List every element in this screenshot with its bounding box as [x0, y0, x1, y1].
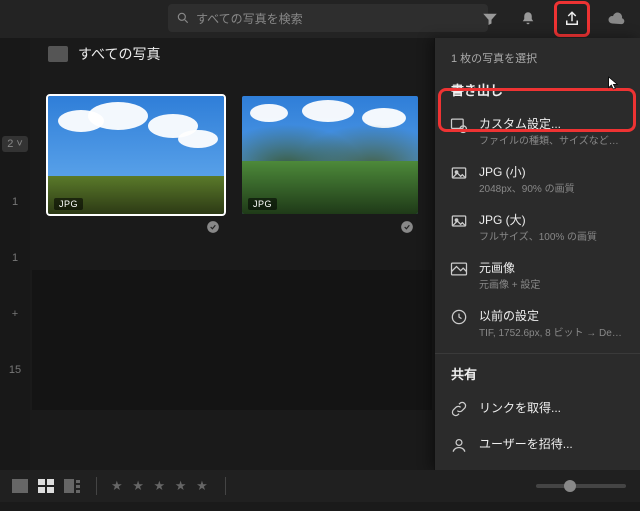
share-invite-user[interactable]: ユーザーを招待...	[435, 427, 640, 463]
export-original[interactable]: 元画像元画像 + 設定	[435, 251, 640, 299]
bottom-bar: ★ ★ ★ ★ ★	[0, 470, 640, 502]
export-item-sub: 2048px、90% の画質	[479, 180, 626, 195]
thumbnail-image: JPG	[48, 96, 224, 214]
top-bar: すべての写真を検索	[0, 0, 640, 38]
view-photogrid-icon[interactable]	[10, 478, 30, 494]
rating-filter[interactable]: ★ ★ ★ ★ ★	[111, 478, 211, 494]
sidebar-count-15: 15	[9, 364, 21, 376]
search-icon	[176, 11, 190, 25]
sync-check-icon	[48, 214, 224, 239]
photos-icon	[48, 46, 68, 62]
share-section-title: 共有	[435, 360, 640, 391]
share-item-label: リンクを取得...	[479, 399, 626, 416]
export-custom[interactable]: カスタム設定...ファイルの種類、サイズなどを選択します	[435, 107, 640, 155]
cloud-icon[interactable]	[604, 7, 628, 31]
left-sidebar: 2 ˅ 1 1 + 15	[0, 38, 30, 470]
export-item-sub: TIF, 1752.6px, 8 ビット → Desktop	[479, 324, 626, 339]
search-box[interactable]: すべての写真を検索	[168, 4, 488, 32]
image-icon	[449, 211, 469, 231]
search-placeholder: すべての写真を検索	[196, 10, 303, 27]
export-panel: 1 枚の写真を選択 書き出し カスタム設定...ファイルの種類、サイズなどを選択…	[434, 38, 640, 470]
page-title: すべての写真	[78, 44, 160, 64]
format-badge: JPG	[248, 198, 277, 210]
history-icon	[449, 307, 469, 327]
share-item-label: ユーザーを招待...	[479, 435, 626, 452]
thumbnail-2[interactable]: JPG	[242, 96, 418, 239]
page-header: すべての写真	[48, 44, 160, 64]
separator	[225, 477, 226, 495]
bell-icon[interactable]	[516, 7, 540, 31]
image-icon	[449, 163, 469, 183]
sidebar-count-1: 1	[12, 196, 18, 208]
view-switcher	[10, 478, 82, 494]
view-square-icon[interactable]	[36, 478, 56, 494]
sidebar-plus[interactable]: +	[12, 308, 18, 320]
share-get-link[interactable]: リンクを取得...	[435, 391, 640, 427]
export-item-label: JPG (小)	[479, 163, 626, 180]
divider	[435, 353, 640, 354]
sidebar-tag[interactable]: 2 ˅	[2, 136, 28, 152]
share-button-highlight	[554, 1, 590, 37]
export-item-label: JPG (大)	[479, 211, 626, 228]
export-jpg-small[interactable]: JPG (小)2048px、90% の画質	[435, 155, 640, 203]
thumbnail-size-slider[interactable]	[536, 484, 626, 488]
export-jpg-large[interactable]: JPG (大)フルサイズ、100% の画質	[435, 203, 640, 251]
selection-status: 1 枚の写真を選択	[435, 50, 640, 76]
thumbnail-1[interactable]: JPG	[48, 96, 224, 239]
share-icon[interactable]	[560, 7, 584, 31]
export-item-sub: フルサイズ、100% の画質	[479, 228, 626, 243]
filter-icon[interactable]	[478, 7, 502, 31]
export-previous[interactable]: 以前の設定TIF, 1752.6px, 8 ビット → Desktop	[435, 299, 640, 347]
export-item-label: カスタム設定...	[479, 115, 626, 132]
format-badge: JPG	[54, 198, 83, 210]
thumbnail-image: JPG	[242, 96, 418, 214]
top-icons	[478, 0, 628, 38]
link-icon	[449, 399, 469, 419]
thumbnail-grid: JPG JPG	[48, 96, 418, 239]
export-item-sub: ファイルの種類、サイズなどを選択します	[479, 132, 626, 147]
export-item-sub: 元画像 + 設定	[479, 276, 626, 291]
export-section-title: 書き出し	[435, 76, 640, 107]
filmstrip-area	[32, 270, 432, 410]
view-detail-icon[interactable]	[62, 478, 82, 494]
slider-thumb[interactable]	[564, 480, 576, 492]
sidebar-count-2: 1	[12, 252, 18, 264]
export-item-label: 元画像	[479, 259, 626, 276]
image-gear-icon	[449, 115, 469, 135]
user-icon	[449, 435, 469, 455]
separator	[96, 477, 97, 495]
original-icon	[449, 259, 469, 279]
export-item-label: 以前の設定	[479, 307, 626, 324]
sync-check-icon	[242, 214, 418, 239]
